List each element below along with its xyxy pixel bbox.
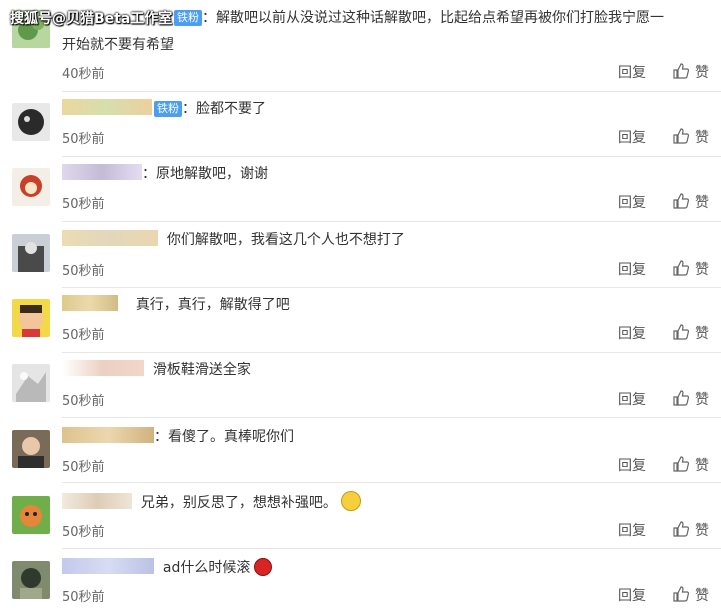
comment-line: 真行，真行，解散得了吧 [62,294,290,316]
nickname-blurred[interactable] [62,493,132,509]
reply-button[interactable]: 回复 [618,192,646,212]
nickname-blurred[interactable] [62,295,118,311]
avatar[interactable] [12,234,50,272]
reply-button[interactable]: 回复 [618,127,646,147]
reply-button[interactable]: 回复 [618,520,646,540]
comment-text-wrap: 开始就不要有希望 [62,37,174,53]
like-label: 赞 [695,130,709,146]
comment-text: 兄弟，别反思了，想想补强吧。 [140,495,337,511]
comment-time: 50秒前 [62,328,105,343]
divider [62,482,721,483]
thumbs-up-icon [673,128,690,144]
avatar[interactable] [12,430,50,468]
nickname-blurred[interactable] [62,360,144,376]
comment-text: ：解散吧以前从没说过这种话解散吧，比起给点希望再被你们打脸我宁愿一 [202,10,664,26]
like-label: 赞 [695,262,709,278]
like-button[interactable]: 赞 [672,259,709,279]
comment-text: 滑板鞋滑送全家 [152,362,251,378]
like-button[interactable]: 赞 [672,520,709,540]
fan-badge: 铁粉 [154,101,182,117]
comment-time: 50秒前 [62,132,105,147]
like-button[interactable]: 赞 [672,389,709,409]
like-label: 赞 [695,588,709,604]
thumbs-up-icon [673,586,690,602]
avatar[interactable] [12,496,50,534]
divider [62,221,721,222]
like-button[interactable]: 赞 [672,323,709,343]
comment-line: 你们解散吧，我看这几个人也不想打了 [62,229,405,251]
reply-button[interactable]: 回复 [618,323,646,343]
reply-button[interactable]: 回复 [618,455,646,475]
comment-time: 50秒前 [62,197,105,212]
like-label: 赞 [695,392,709,408]
divider [62,417,721,418]
reply-button[interactable]: 回复 [618,259,646,279]
comment-time: 50秒前 [62,264,105,279]
thumbs-up-icon [673,63,690,79]
comment-line: ：看傻了。真棒呢你们 [62,426,294,448]
thumbs-up-icon [673,390,690,406]
divider [62,91,721,92]
comment-text: ：原地解散吧，谢谢 [142,166,268,182]
like-button[interactable]: 赞 [672,455,709,475]
comment-time: 50秒前 [62,525,105,540]
smile-emoji-icon [340,491,361,511]
comment-text: 你们解散吧，我看这几个人也不想打了 [166,232,405,248]
avatar[interactable] [12,299,50,337]
like-button[interactable]: 赞 [672,192,709,212]
thumbs-up-icon [673,521,690,537]
reply-button[interactable]: 回复 [618,389,646,409]
thumbs-up-icon [673,193,690,209]
comment-text: 真行，真行，解散得了吧 [135,297,290,313]
like-label: 赞 [695,458,709,474]
avatar[interactable] [12,103,50,141]
divider [62,156,721,157]
nickname-blurred[interactable] [62,427,154,443]
nickname-blurred[interactable] [62,558,154,574]
like-label: 赞 [695,65,709,81]
thumbs-up-icon [673,324,690,340]
nickname-blurred[interactable] [62,164,142,180]
thumbs-up-icon [673,456,690,472]
like-label: 赞 [695,523,709,539]
angry-emoji-icon [254,558,273,576]
divider [62,287,721,288]
comment-line: 滑板鞋滑送全家 [62,359,251,381]
watermark: 搜狐号@贝猎Beta工作室 [10,11,173,27]
comment-time: 50秒前 [62,460,105,475]
like-button[interactable]: 赞 [672,127,709,147]
comment-line: ad什么时候滚 [62,557,273,579]
comment-text: ：脸都不要了 [182,101,266,117]
reply-button[interactable]: 回复 [618,62,646,82]
avatar[interactable] [12,561,50,599]
like-label: 赞 [695,326,709,342]
divider [62,548,721,549]
avatar[interactable] [12,364,50,402]
comment-line: ：原地解散吧，谢谢 [62,163,268,185]
comment-line: 铁粉 ：脸都不要了 [62,98,266,120]
like-button[interactable]: 赞 [672,585,709,605]
comment-time: 50秒前 [62,394,105,409]
comment-line: 兄弟，别反思了，想想补强吧。 [62,491,361,514]
like-button[interactable]: 赞 [672,62,709,82]
nickname-blurred[interactable] [62,99,152,115]
comment-text: ：看傻了。真棒呢你们 [154,429,294,445]
fan-badge: 铁粉 [174,10,202,26]
nickname-blurred[interactable] [62,230,158,246]
avatar[interactable] [12,168,50,206]
like-label: 赞 [695,195,709,211]
comment-time: 40秒前 [62,67,105,82]
thumbs-up-icon [673,260,690,276]
reply-button[interactable]: 回复 [618,585,646,605]
divider [62,352,721,353]
comment-text: ad什么时候滚 [162,560,251,576]
comment-time: 50秒前 [62,590,105,605]
